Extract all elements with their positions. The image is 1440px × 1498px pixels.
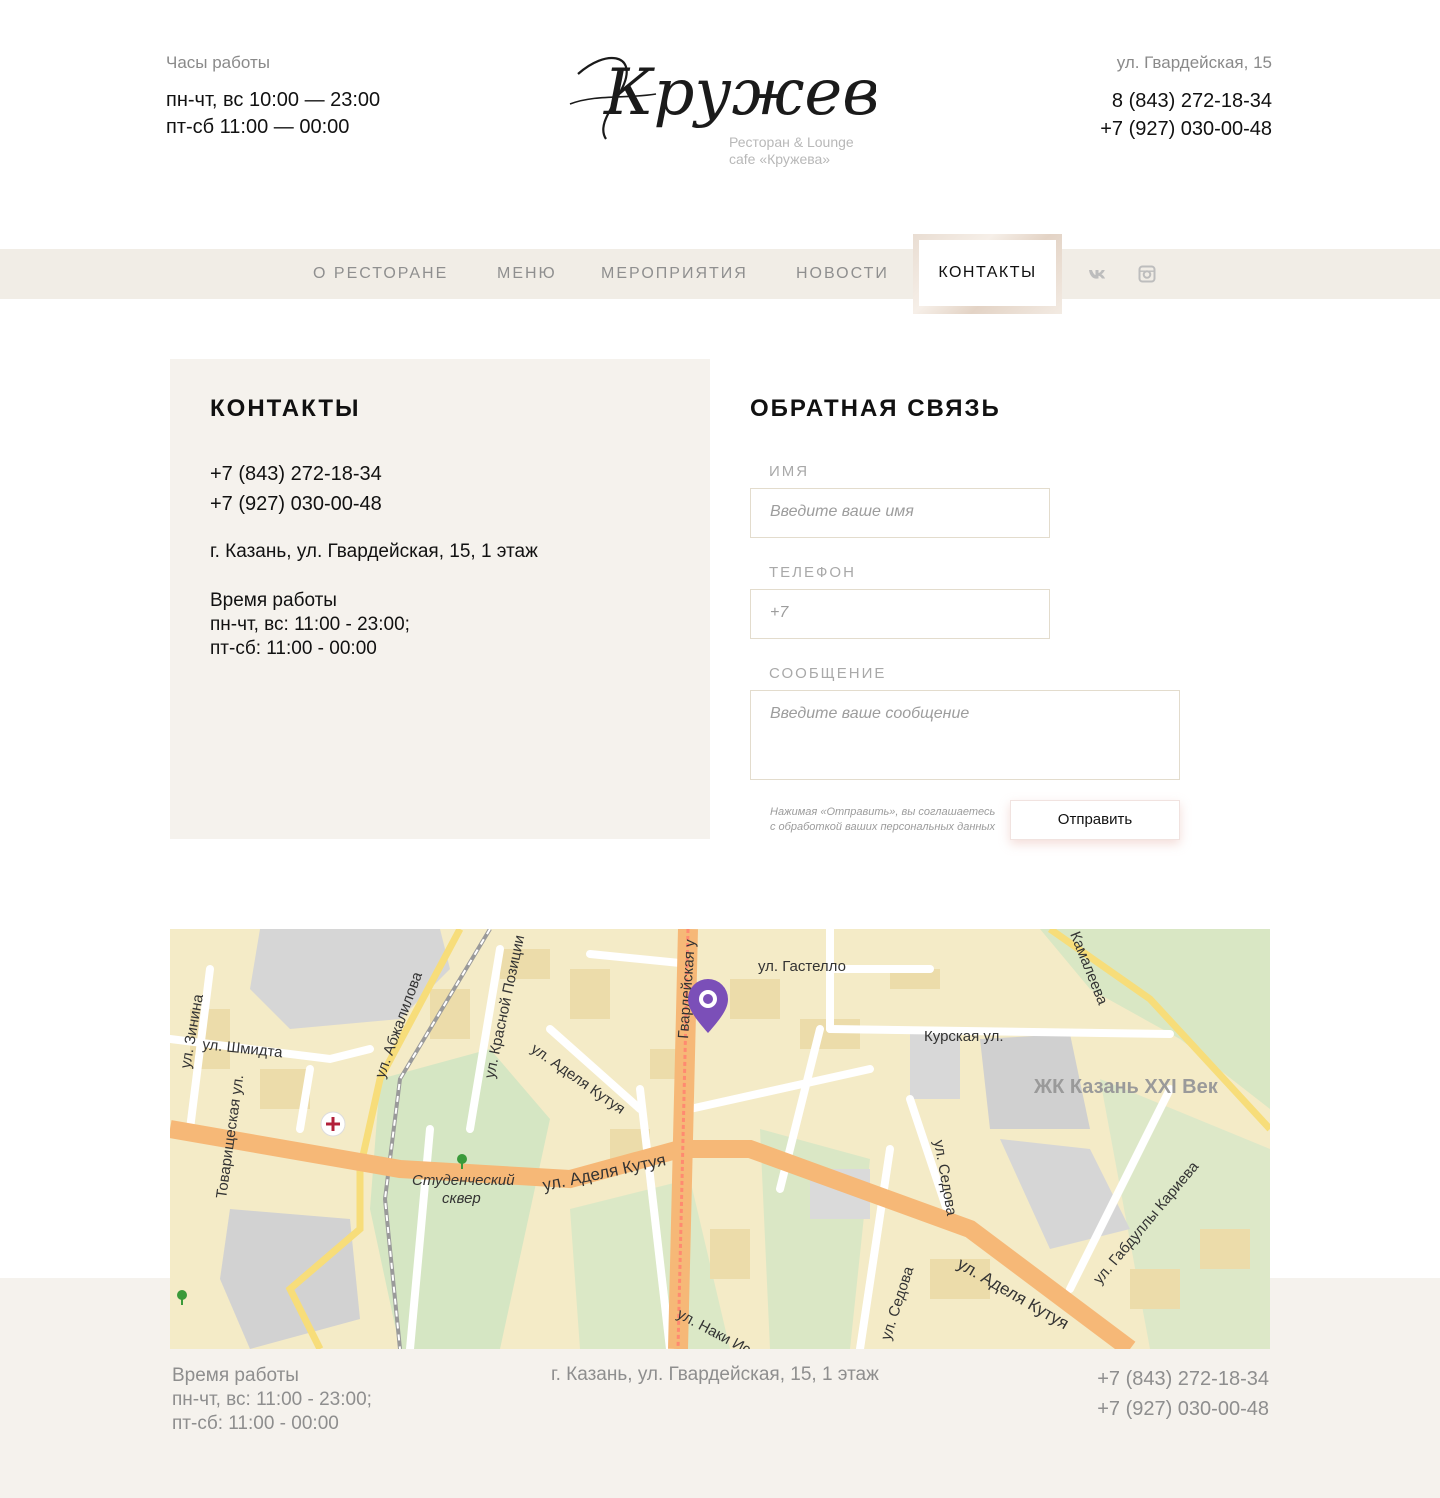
message-field[interactable]: Введите ваше сообщение [750, 690, 1180, 780]
hours-title: Время работы [210, 590, 337, 611]
footer-hours-title: Время работы [172, 1365, 299, 1386]
hours-line: пт-сб: 11:00 - 00:00 [210, 638, 377, 659]
instagram-icon[interactable] [1137, 264, 1157, 284]
nav-item-events[interactable]: МЕРОПРИЯТИЯ [601, 249, 748, 299]
logo-sub-line: Ресторан & Lounge [729, 134, 854, 150]
hours-caption: Часы работы [166, 53, 270, 72]
name-placeholder: Введите ваше имя [770, 503, 914, 520]
footer-hours: Время работы пн-чт, вс: 11:00 - 23:00; п… [172, 1364, 372, 1436]
header-phone[interactable]: 8 (843) 272-18-34 [1100, 87, 1272, 115]
logo-text: Кружева [603, 56, 876, 130]
footer-address: г. Казань, ул. Гвардейская, 15, 1 этаж [551, 1364, 879, 1385]
logo[interactable]: Кружева Ресторан & Lounge cafe «Кружева» [566, 44, 876, 174]
contacts-title: КОНТАКТЫ [210, 395, 361, 422]
map-canvas: ул. Гастелло Камалеева Курская ул. ЖК Ка… [170, 929, 1270, 1349]
feedback-title: ОБРАТНАЯ СВЯЗЬ [750, 395, 1001, 422]
header-hours: Часы работы пн-чт, вс 10:00 — 23:00 пт-с… [166, 53, 380, 141]
contact-phone[interactable]: +7 (927) 030-00-48 [210, 493, 382, 516]
nav-item-news[interactable]: НОВОСТИ [796, 249, 889, 299]
footer-hours-line: пн-чт, вс: 11:00 - 23:00; [172, 1389, 372, 1410]
nav-item-about[interactable]: О РЕСТОРАНЕ [313, 249, 448, 299]
consent-line: с обработкой ваших персональных данных [770, 821, 996, 833]
logo-sub-line: cafe «Кружева» [729, 151, 831, 167]
contact-address: г. Казань, ул. Гвардейская, 15, 1 этаж [210, 541, 538, 562]
map-label: ул. Седова [878, 1264, 918, 1342]
header-address: ул. Гвардейская, 15 [1116, 53, 1272, 72]
map-label: ул. Гастелло [758, 958, 846, 975]
footer-phones: +7 (843) 272-18-34 +7 (927) 030-00-48 [1097, 1364, 1269, 1424]
nav-item-menu[interactable]: МЕНЮ [497, 249, 557, 299]
footer-hours-line: пт-сб: 11:00 - 00:00 [172, 1413, 339, 1434]
footer-phone[interactable]: +7 (843) 272-18-34 [1097, 1364, 1269, 1394]
message-placeholder: Введите ваше сообщение [770, 705, 970, 722]
name-label: ИМЯ [769, 463, 810, 480]
nav-item-contacts-label: КОНТАКТЫ [919, 240, 1056, 306]
phone-field[interactable]: +7 [750, 589, 1050, 639]
phone-placeholder: +7 [770, 604, 789, 621]
map-label: ЖК Казань XXI Век [1033, 1076, 1219, 1098]
map[interactable]: ул. Гастелло Камалеева Курская ул. ЖК Ка… [170, 929, 1270, 1349]
logo-subtitle: Ресторан & Lounge cafe «Кружева» [729, 134, 854, 168]
consent-note: Нажимая «Отправить», вы соглашаетесь с о… [770, 805, 995, 835]
footer-phone[interactable]: +7 (927) 030-00-48 [1097, 1394, 1269, 1424]
map-label: Студенческий [412, 1172, 515, 1189]
phone-label: ТЕЛЕФОН [769, 564, 856, 581]
contact-hours: Время работы пн-чт, вс: 11:00 - 23:00; п… [210, 589, 410, 661]
header-phone[interactable]: +7 (927) 030-00-48 [1100, 115, 1272, 143]
name-field[interactable]: Введите ваше имя [750, 488, 1050, 538]
message-label: СООБЩЕНИЕ [769, 665, 887, 682]
vk-icon[interactable] [1088, 264, 1108, 284]
contacts-panel: КОНТАКТЫ +7 (843) 272-18-34 +7 (927) 030… [170, 359, 710, 839]
nav-item-contacts[interactable]: КОНТАКТЫ [913, 234, 1062, 314]
logo-script: Кружева [569, 56, 876, 140]
hours-line: пт-сб 11:00 — 00:00 [166, 116, 350, 138]
contact-phone[interactable]: +7 (843) 272-18-34 [210, 463, 382, 486]
hours-line: пн-чт, вс 10:00 — 23:00 [166, 89, 381, 111]
header-contacts: ул. Гвардейская, 15 8 (843) 272-18-34 +7… [1100, 53, 1272, 143]
map-label: сквер [442, 1190, 481, 1207]
consent-line: Нажимая «Отправить», вы соглашаетесь [770, 806, 996, 818]
main-nav: О РЕСТОРАНЕ МЕНЮ МЕРОПРИЯТИЯ НОВОСТИ [0, 249, 1440, 299]
hours-line: пн-чт, вс: 11:00 - 23:00; [210, 614, 410, 635]
map-label: Курская ул. [924, 1028, 1004, 1045]
submit-button[interactable]: Отправить [1010, 800, 1180, 840]
